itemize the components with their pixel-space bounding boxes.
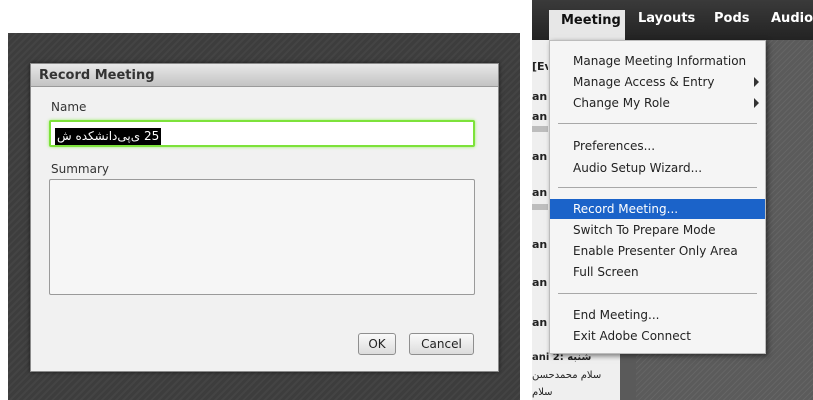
menu-item-manage-meeting-information[interactable]: Manage Meeting Information — [550, 51, 765, 71]
name-input[interactable]: 25 ی‌پی‌دانشکده ش — [49, 120, 475, 147]
panel-item[interactable]: ani — [532, 276, 548, 289]
menu-separator — [558, 293, 757, 294]
menu-item-audio-setup-wizard[interactable]: Audio Setup Wizard... — [550, 158, 765, 178]
panel-item[interactable]: an — [532, 238, 548, 251]
menu-item-change-my-role[interactable]: Change My Role — [550, 93, 765, 113]
name-input-value: 25 ی‌پی‌دانشکده ش — [55, 128, 162, 145]
dialog-title: Record Meeting — [31, 64, 498, 87]
cancel-button[interactable]: Cancel — [409, 333, 474, 355]
panel-item[interactable]: an — [532, 150, 548, 163]
menu-item-manage-access-entry[interactable]: Manage Access & Entry — [550, 72, 765, 92]
menu-item-switch-to-prepare-mode[interactable]: Switch To Prepare Mode — [550, 220, 765, 240]
menu-item-label: Change My Role — [573, 96, 670, 110]
name-label: Name — [51, 100, 87, 114]
menu-separator — [558, 187, 757, 188]
menubar-layouts[interactable]: Layouts — [638, 11, 695, 26]
menubar: Meeting Layouts Pods Audio — [532, 0, 813, 40]
panel-item[interactable]: an — [532, 110, 548, 123]
panel-item[interactable]: [Ev — [532, 60, 548, 73]
submenu-arrow-icon — [754, 98, 759, 108]
panel-subline — [532, 126, 548, 132]
menu-item-record-meeting[interactable]: Record Meeting... — [550, 199, 765, 219]
menu-item-enable-presenter-only-area[interactable]: Enable Presenter Only Area — [550, 241, 765, 261]
menu-item-preferences[interactable]: Preferences... — [550, 136, 765, 156]
panel-item[interactable]: ani — [532, 316, 548, 329]
panel-subline — [532, 204, 548, 210]
ok-button[interactable]: OK — [358, 333, 396, 355]
menubar-audio[interactable]: Audio — [771, 11, 813, 26]
submenu-arrow-icon — [754, 77, 759, 87]
chat-line: سلام — [532, 387, 553, 398]
menu-item-end-meeting[interactable]: End Meeting... — [550, 305, 765, 325]
meeting-menu: Manage Meeting Information Manage Access… — [549, 40, 766, 354]
menu-item-exit-adobe-connect[interactable]: Exit Adobe Connect — [550, 326, 765, 346]
summary-textarea[interactable] — [49, 179, 475, 295]
record-meeting-dialog: Record Meeting Name 25 ی‌پی‌دانشکده ش Su… — [30, 63, 499, 372]
summary-label: Summary — [51, 162, 109, 176]
menu-item-full-screen[interactable]: Full Screen — [550, 262, 765, 282]
chat-line: سلام محمدحسن — [532, 370, 602, 381]
menu-separator — [558, 123, 757, 124]
menu-item-label: Manage Access & Entry — [573, 75, 715, 89]
menubar-pods[interactable]: Pods — [714, 11, 750, 26]
panel-item[interactable]: an — [532, 90, 548, 103]
menubar-meeting[interactable]: Meeting — [549, 10, 625, 40]
panel-item[interactable]: an — [532, 186, 548, 199]
